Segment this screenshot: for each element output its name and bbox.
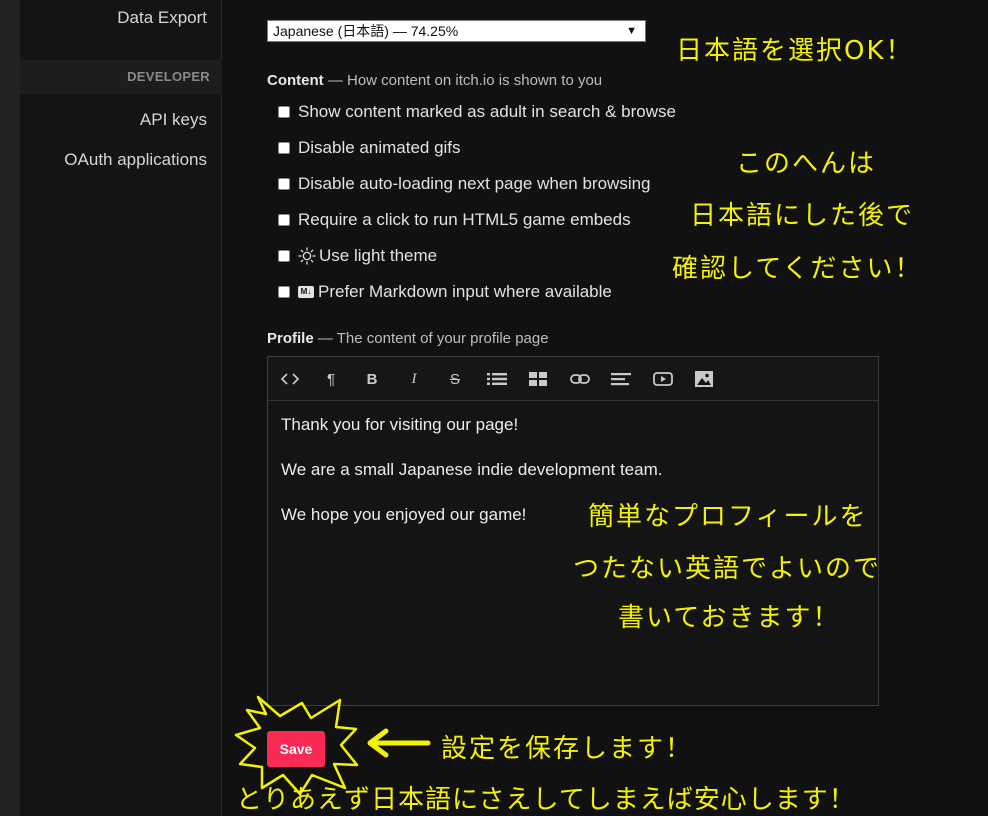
checkbox[interactable] — [278, 142, 290, 154]
option-label: Show content marked as adult in search &… — [298, 102, 676, 121]
dropdown-arrow-icon: ▼ — [626, 25, 637, 37]
settings-sidebar: Data Export DEVELOPER API keys OAuth app… — [20, 0, 222, 816]
profile-section-heading: Profile — The content of your profile pa… — [267, 330, 549, 347]
checkbox[interactable] — [278, 250, 290, 262]
code-icon[interactable] — [278, 368, 302, 390]
align-left-icon[interactable] — [609, 368, 633, 390]
sidebar-item-api-keys[interactable]: API keys — [140, 110, 207, 130]
bullet-list-icon[interactable] — [485, 368, 509, 390]
sidebar-item-data-export[interactable]: Data Export — [117, 8, 207, 28]
annotation-save-note: 設定を保存します！ — [441, 734, 694, 764]
content-description: — How content on itch.io is shown to you — [327, 72, 603, 89]
option-label: Disable animated gifs — [298, 138, 461, 157]
annotation-content-line1: このへんは — [736, 149, 877, 179]
option-prefer-markdown[interactable]: M↓ Prefer Markdown input where available — [278, 281, 612, 303]
annotation-profile-line1: 簡単なプロフィールを — [588, 502, 868, 532]
table-icon[interactable] — [526, 368, 550, 390]
bold-icon[interactable]: B — [360, 368, 384, 390]
option-click-to-run-html5[interactable]: Require a click to run HTML5 game embeds — [278, 209, 631, 231]
option-show-adult-content[interactable]: Show content marked as adult in search &… — [278, 101, 676, 123]
profile-description: — The content of your profile page — [317, 330, 549, 347]
content-heading: Content — [267, 72, 324, 89]
option-disable-animated-gifs[interactable]: Disable animated gifs — [278, 137, 461, 159]
settings-main: Japanese (日本語) — 74.25% ▼ Content — How … — [222, 0, 988, 816]
italic-icon[interactable]: I — [402, 368, 426, 390]
markdown-icon: M↓ — [298, 286, 314, 298]
checkbox[interactable] — [278, 286, 290, 298]
video-icon[interactable] — [651, 368, 675, 390]
paragraph-icon[interactable]: ¶ — [319, 368, 343, 390]
option-label: Prefer Markdown input where available — [318, 282, 612, 301]
checkbox[interactable] — [278, 178, 290, 190]
language-select-value: Japanese (日本語) — 74.25% — [273, 23, 459, 39]
language-select[interactable]: Japanese (日本語) — 74.25% ▼ — [267, 20, 646, 42]
checkbox[interactable] — [278, 214, 290, 226]
sun-icon — [298, 247, 316, 265]
option-label: Disable auto-loading next page when brow… — [298, 174, 651, 193]
option-label: Use light theme — [319, 246, 438, 265]
annotation-content-line3: 確認してください！ — [672, 254, 923, 284]
page-gutter — [0, 0, 20, 816]
content-section-heading: Content — How content on itch.io is show… — [267, 72, 602, 89]
save-button[interactable]: Save — [267, 731, 325, 767]
profile-paragraph: We are a small Japanese indie developmen… — [281, 460, 663, 479]
sidebar-section-developer: DEVELOPER — [20, 60, 222, 94]
annotation-profile-line2: つたない英語でよいので — [573, 554, 882, 584]
sidebar-item-oauth-applications[interactable]: OAuth applications — [64, 150, 207, 170]
link-icon[interactable] — [568, 368, 592, 390]
annotation-profile-line3: 書いておきます！ — [618, 603, 841, 633]
option-light-theme[interactable]: Use light theme — [278, 245, 437, 267]
profile-paragraph: Thank you for visiting our page! — [281, 415, 519, 434]
option-disable-auto-loading[interactable]: Disable auto-loading next page when brow… — [278, 173, 651, 195]
annotation-content-line2: 日本語にした後で — [690, 201, 915, 231]
image-icon[interactable] — [692, 368, 716, 390]
annotation-language-ok: 日本語を選択OK！ — [676, 36, 914, 66]
profile-heading: Profile — [267, 330, 314, 347]
settings-page: Data Export DEVELOPER API keys OAuth app… — [0, 0, 988, 816]
editor-toolbar: ¶ B I S — [268, 357, 878, 401]
strikethrough-icon[interactable]: S — [443, 368, 467, 390]
option-label: Require a click to run HTML5 game embeds — [298, 210, 631, 229]
annotation-bottom-note: とりあえず日本語にさえしてしまえば安心します！ — [236, 785, 856, 815]
checkbox[interactable] — [278, 106, 290, 118]
